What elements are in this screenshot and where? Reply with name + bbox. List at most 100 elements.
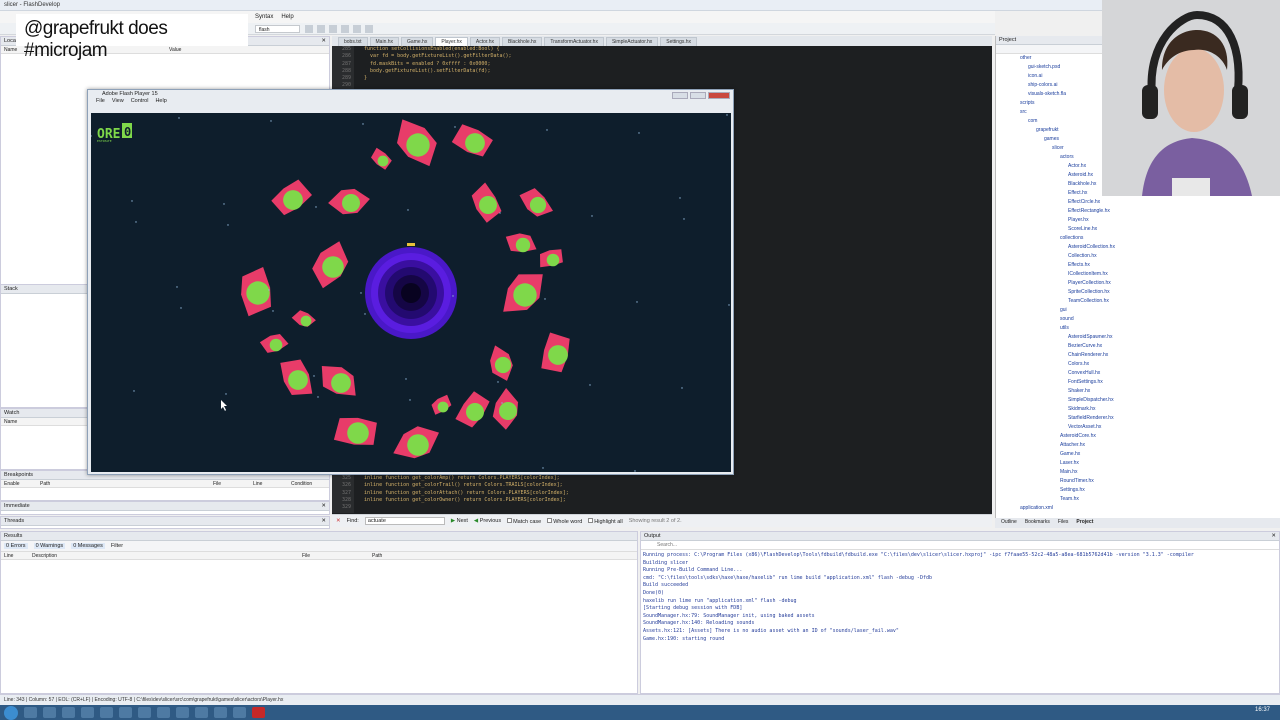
close-icon[interactable]: ✕ <box>321 503 326 509</box>
tree-item[interactable]: ScoreLine.hx <box>1004 225 1280 234</box>
stop-icon[interactable] <box>329 25 337 33</box>
tab-blackhole[interactable]: Blackhole.hx <box>501 37 543 46</box>
taskbar-app-icon[interactable] <box>138 707 151 718</box>
tree-item[interactable]: PlayerCollection.hx <box>1004 279 1280 288</box>
tree-item[interactable]: Attacher.hx <box>1004 441 1280 450</box>
play-icon[interactable] <box>305 25 313 33</box>
tab-files[interactable]: Files <box>1058 519 1069 527</box>
tree-item[interactable]: EffectRectangle.hx <box>1004 207 1280 216</box>
tree-item[interactable]: SpriteCollection.hx <box>1004 288 1280 297</box>
tree-item[interactable]: Team.hx <box>1004 495 1280 504</box>
tree-item[interactable]: RoundTimer.hx <box>1004 477 1280 486</box>
find-input[interactable]: actuate <box>364 517 445 525</box>
tree-item[interactable]: AsteroidCollection.hx <box>1004 243 1280 252</box>
messages-toggle[interactable]: 0 Messages <box>71 543 105 549</box>
minimize-icon[interactable] <box>672 92 688 99</box>
tree-item[interactable]: Shaker.hx <box>1004 387 1280 396</box>
taskbar-app-icon[interactable] <box>43 707 56 718</box>
tree-item[interactable]: Skidmark.hx <box>1004 405 1280 414</box>
taskbar-app-icon[interactable] <box>214 707 227 718</box>
taskbar-app-icon[interactable] <box>195 707 208 718</box>
taskbar-app-icon[interactable] <box>81 707 94 718</box>
tab-game[interactable]: Game.hx <box>401 37 434 46</box>
pause-icon[interactable] <box>317 25 325 33</box>
tree-item[interactable]: Player.hx <box>1004 216 1280 225</box>
tree-item[interactable]: Effects.hx <box>1004 261 1280 270</box>
tab-simpleactuator[interactable]: SimpleActuator.hx <box>605 37 659 46</box>
tree-item[interactable]: gui <box>1004 306 1280 315</box>
tree-item[interactable]: application.xml <box>1004 504 1280 513</box>
whole-word-checkbox[interactable]: Whole word <box>547 517 582 525</box>
tree-item[interactable]: Colors.hx <box>1004 360 1280 369</box>
output-search[interactable]: Search... <box>641 541 1279 550</box>
close-icon[interactable] <box>708 92 730 99</box>
flash-menu-view[interactable]: View <box>112 98 124 106</box>
match-case-checkbox[interactable]: Match case <box>507 517 541 525</box>
asteroid-core <box>300 315 312 327</box>
tab-bobs[interactable]: bobs.txt <box>338 37 368 46</box>
tree-item[interactable]: Collection.hx <box>1004 252 1280 261</box>
menu-syntax[interactable]: Syntax <box>255 14 273 23</box>
tab-settings[interactable]: Settings.hx <box>660 37 698 46</box>
tree-item[interactable]: Laser.hx <box>1004 459 1280 468</box>
flash-menu-control[interactable]: Control <box>131 98 149 106</box>
tab-outline[interactable]: Outline <box>1001 519 1017 527</box>
tree-item[interactable]: utils <box>1004 324 1280 333</box>
maximize-icon[interactable] <box>690 92 706 99</box>
taskbar-app-icon[interactable] <box>252 707 265 718</box>
step-over-icon[interactable] <box>341 25 349 33</box>
tree-item[interactable]: EffectCircle.hx <box>1004 198 1280 207</box>
tree-item[interactable]: AsteroidCore.hx <box>1004 432 1280 441</box>
flash-menu-file[interactable]: File <box>96 98 105 106</box>
immediate-title: Immediate <box>4 503 30 509</box>
tree-item[interactable]: Settings.hx <box>1004 486 1280 495</box>
taskbar-app-icon[interactable] <box>24 707 37 718</box>
taskbar-app-icon[interactable] <box>157 707 170 718</box>
star <box>542 467 544 469</box>
flash-menu-help[interactable]: Help <box>155 98 166 106</box>
close-find-icon[interactable]: ✕ <box>336 518 341 524</box>
taskbar-app-icon[interactable] <box>176 707 189 718</box>
tree-item[interactable]: FontSettings.hx <box>1004 378 1280 387</box>
tree-item[interactable]: ICollectionItem.hx <box>1004 270 1280 279</box>
tree-item[interactable]: VectorAsset.hx <box>1004 423 1280 432</box>
tab-actor[interactable]: Actor.hx <box>469 37 500 46</box>
tree-item[interactable]: ChainRenderer.hx <box>1004 351 1280 360</box>
score-value: 0 <box>124 125 131 139</box>
tree-item[interactable]: AsteroidSpawner.hx <box>1004 333 1280 342</box>
start-button[interactable] <box>4 705 18 720</box>
errors-toggle[interactable]: 0 Errors <box>4 543 28 549</box>
taskbar-app-icon[interactable] <box>62 707 75 718</box>
output-title: Output <box>644 533 661 539</box>
tree-item[interactable]: SimpleDispatcher.hx <box>1004 396 1280 405</box>
step-out-icon[interactable] <box>365 25 373 33</box>
warnings-toggle[interactable]: 0 Warnings <box>33 543 66 549</box>
tab-transformactuator[interactable]: TransformActuator.hx <box>544 37 604 46</box>
taskbar-app-icon[interactable] <box>233 707 246 718</box>
close-icon[interactable]: ✕ <box>1271 533 1276 539</box>
tree-item[interactable]: Main.hx <box>1004 468 1280 477</box>
tab-bookmarks[interactable]: Bookmarks <box>1025 519 1050 527</box>
close-icon[interactable]: ✕ <box>321 518 326 524</box>
tree-item[interactable]: TeamCollection.hx <box>1004 297 1280 306</box>
tab-main[interactable]: Main.hx <box>369 37 400 46</box>
taskbar-app-icon[interactable] <box>119 707 132 718</box>
step-into-icon[interactable] <box>353 25 361 33</box>
tree-item[interactable]: Game.hx <box>1004 450 1280 459</box>
target-select[interactable]: flash <box>255 25 300 33</box>
tree-item[interactable]: BezierCurve.hx <box>1004 342 1280 351</box>
next-button[interactable]: ▶ Next <box>451 518 468 524</box>
menu-help[interactable]: Help <box>281 14 293 23</box>
tab-project[interactable]: Project <box>1076 519 1093 527</box>
tab-player[interactable]: Player.hx <box>435 37 468 46</box>
previous-button[interactable]: ◀ Previous <box>474 518 501 524</box>
highlight-all-checkbox[interactable]: Highlight all <box>588 517 623 525</box>
close-icon[interactable]: ✕ <box>321 38 326 44</box>
taskbar-app-icon[interactable] <box>100 707 113 718</box>
star <box>409 399 411 401</box>
tree-item[interactable]: sound <box>1004 315 1280 324</box>
tree-item[interactable]: collections <box>1004 234 1280 243</box>
tree-item[interactable]: ConvexHull.hx <box>1004 369 1280 378</box>
game-canvas[interactable]: ORE 0 ESTIMATE <box>91 113 731 472</box>
tree-item[interactable]: StarfieldRenderer.hx <box>1004 414 1280 423</box>
